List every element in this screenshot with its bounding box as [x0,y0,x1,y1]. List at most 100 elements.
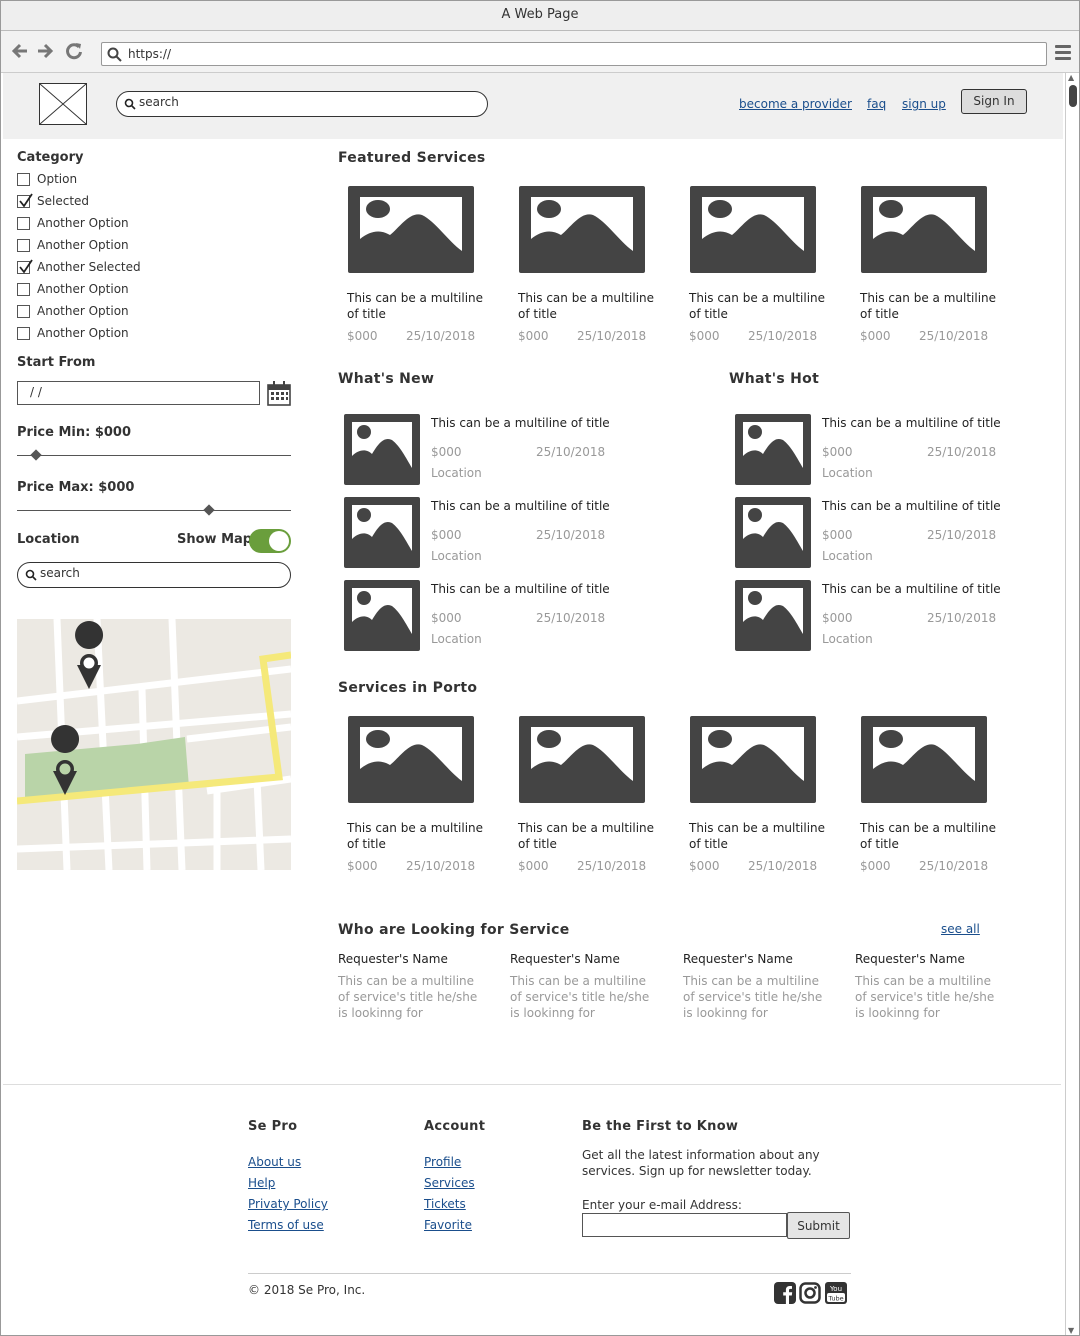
help-link[interactable]: Help [248,1176,275,1190]
tickets-link[interactable]: Tickets [424,1197,466,1211]
service-title[interactable]: This can be a multiline of title [822,582,1001,596]
service-date: 25/10/2018 [927,445,997,459]
service-title[interactable]: This can be a multiline of title [431,416,610,430]
service-title[interactable]: This can be a multiline of title [822,499,1001,513]
service-location: Location [431,466,482,480]
service-price: $000 [860,329,891,343]
request-description: This can be a multiline of service's tit… [683,974,823,1020]
price-max-slider-handle[interactable] [203,504,215,516]
menu-icon[interactable] [1055,45,1071,61]
email-label: Enter your e-mail Address: [582,1198,742,1212]
location-map[interactable] [17,619,291,870]
back-icon[interactable] [9,41,31,63]
scroll-up-icon[interactable]: ▲ [1068,73,1074,82]
profile-link[interactable]: Profile [424,1155,461,1169]
faq-link[interactable]: faq [867,97,886,111]
service-title[interactable]: This can be a multiline of title [860,820,1000,852]
checkbox[interactable] [17,259,33,274]
service-title[interactable]: This can be a multiline of title [518,290,658,322]
youtube-icon[interactable]: You Tube [825,1282,847,1304]
reload-icon[interactable] [63,41,85,63]
address-bar[interactable] [101,42,1047,66]
page-scrollbar[interactable]: ▲ ▼ [1065,73,1079,1335]
map-pin-icon[interactable] [51,753,79,797]
checkbox[interactable] [17,239,30,252]
service-image[interactable] [344,497,420,568]
submit-button[interactable]: Submit [787,1212,850,1239]
service-image[interactable] [861,186,987,273]
service-image[interactable] [519,186,645,273]
service-title[interactable]: This can be a multiline of title [431,499,610,513]
show-map-toggle[interactable] [249,529,291,553]
service-image[interactable] [735,497,811,568]
service-image[interactable] [519,716,645,803]
service-image[interactable] [861,716,987,803]
calendar-icon[interactable] [267,381,291,406]
checkbox[interactable] [17,283,30,296]
about-us-link[interactable]: About us [248,1155,301,1169]
category-option[interactable]: Another Option [17,325,217,343]
service-image[interactable] [344,414,420,485]
url-input[interactable] [128,45,1028,63]
requester-name[interactable]: Requester's Name [510,952,620,966]
sign-in-button[interactable]: Sign In [961,89,1027,114]
checkbox[interactable] [17,173,30,186]
service-title[interactable]: This can be a multiline of title [518,820,658,852]
header-search-input[interactable] [139,95,454,109]
map-pin-icon[interactable] [75,647,103,691]
service-image[interactable] [690,716,816,803]
service-image[interactable] [348,186,474,273]
requester-name[interactable]: Requester's Name [683,952,793,966]
requester-name[interactable]: Requester's Name [338,952,448,966]
terms-link[interactable]: Terms of use [248,1218,324,1232]
service-date: 25/10/2018 [536,445,606,459]
checkbox[interactable] [17,193,33,208]
price-max-slider[interactable] [17,510,291,511]
email-input[interactable] [582,1213,787,1237]
logo-placeholder[interactable] [39,83,87,125]
service-title[interactable]: This can be a multiline of title [822,416,1001,430]
service-image[interactable] [735,414,811,485]
facebook-icon[interactable] [774,1282,796,1304]
sign-up-link[interactable]: sign up [902,97,946,111]
header-search[interactable] [116,91,488,117]
instagram-icon[interactable] [799,1282,821,1304]
service-image[interactable] [690,186,816,273]
price-min-slider-handle[interactable] [30,449,42,461]
location-search-input[interactable] [40,566,272,580]
category-option[interactable]: Another Option [17,281,217,299]
service-image[interactable] [344,580,420,651]
service-title[interactable]: This can be a multiline of title [431,582,610,596]
price-min-slider[interactable] [17,455,291,456]
start-date-input[interactable]: / / [17,381,260,405]
become-provider-link[interactable]: become a provider [739,97,852,111]
service-title[interactable]: This can be a multiline of title [347,820,487,852]
requester-name[interactable]: Requester's Name [855,952,965,966]
privacy-policy-link[interactable]: Privaty Policy [248,1197,328,1211]
price-max-label: Price Max: $000 [17,480,135,495]
service-title[interactable]: This can be a multiline of title [860,290,1000,322]
category-option[interactable]: Another Option [17,215,217,233]
favorite-link[interactable]: Favorite [424,1218,472,1232]
service-title[interactable]: This can be a multiline of title [689,820,829,852]
services-link[interactable]: Services [424,1176,475,1190]
checkbox[interactable] [17,305,30,318]
checkbox[interactable] [17,327,30,340]
see-all-link[interactable]: see all [941,922,980,936]
scroll-thumb[interactable] [1069,85,1077,107]
checkbox[interactable] [17,217,30,230]
forward-icon[interactable] [34,41,56,63]
category-option[interactable]: Selected [17,193,217,211]
service-image[interactable] [348,716,474,803]
service-price: $000 [347,859,378,873]
service-title[interactable]: This can be a multiline of title [347,290,487,322]
start-from-heading: Start From [17,355,96,370]
category-option[interactable]: Option [17,171,217,189]
category-option[interactable]: Another Selected [17,259,217,277]
service-image[interactable] [735,580,811,651]
category-option[interactable]: Another Option [17,303,217,321]
location-search[interactable] [17,562,291,588]
service-title[interactable]: This can be a multiline of title [689,290,829,322]
category-option[interactable]: Another Option [17,237,217,255]
scroll-down-icon[interactable]: ▼ [1068,1326,1074,1335]
